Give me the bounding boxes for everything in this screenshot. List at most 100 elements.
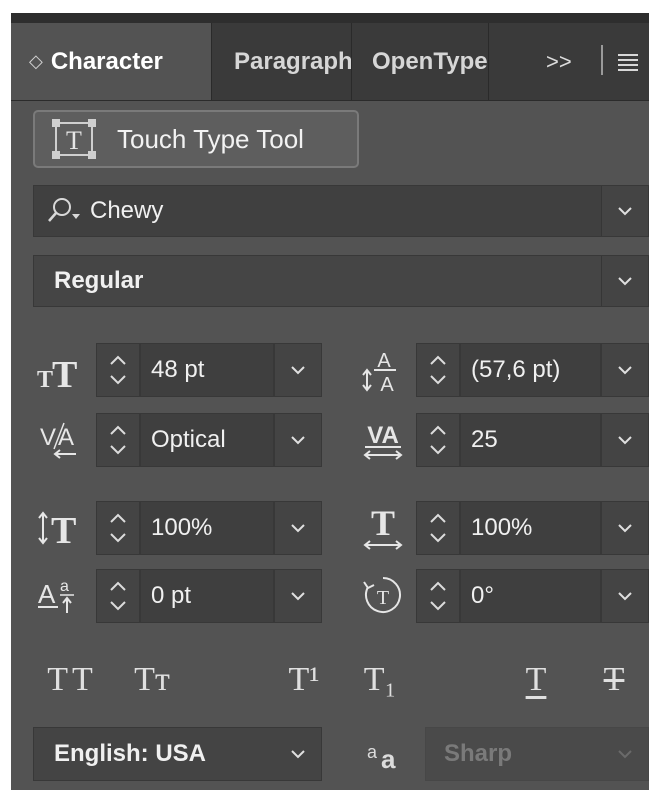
vertical-scale-stepper[interactable] [96, 501, 140, 555]
baseline-shift-input[interactable]: 0 pt [140, 569, 274, 623]
tracking-value: 25 [471, 426, 498, 453]
tracking-input[interactable]: 25 [460, 413, 601, 467]
rotation-dropdown[interactable] [601, 569, 649, 623]
chevron-down-icon [291, 750, 305, 759]
kerning-input[interactable]: Optical [140, 413, 274, 467]
subscript-button[interactable]: T₁ [345, 655, 415, 705]
strikethrough-button[interactable]: T [579, 655, 649, 705]
font-size-stepper[interactable] [96, 343, 140, 397]
tracking-dropdown[interactable] [601, 413, 649, 467]
svg-text:a: a [367, 742, 378, 762]
chevron-down-icon [618, 750, 632, 759]
language-value: English: USA [54, 740, 207, 767]
stepper-arrows-icon [430, 513, 446, 543]
tab-character[interactable]: ◇ Character [11, 23, 211, 100]
superscript-button[interactable]: T¹ [269, 655, 339, 705]
svg-text:T: T [37, 367, 53, 391]
panel-menu-button[interactable] [611, 23, 645, 100]
svg-text:A: A [380, 374, 394, 395]
tab-overflow-button[interactable]: >> [546, 23, 596, 100]
kerning-icon: V A [29, 413, 93, 467]
chevron-down-icon [291, 436, 305, 445]
rotation-input[interactable]: 0° [460, 569, 601, 623]
stepper-arrows-icon [430, 581, 446, 611]
svg-text:V: V [40, 424, 56, 451]
font-style-dropdown[interactable] [601, 256, 648, 306]
anti-aliasing-dropdown[interactable] [602, 728, 648, 780]
kerning-dropdown[interactable] [274, 413, 322, 467]
kerning-stepper[interactable] [96, 413, 140, 467]
touch-type-tool-button[interactable]: T Touch Type Tool [33, 110, 359, 168]
vertical-scale-dropdown[interactable] [274, 501, 322, 555]
chevron-down-icon [291, 592, 305, 601]
stepper-arrows-icon [430, 425, 446, 455]
all-caps-button[interactable]: TT [37, 655, 107, 705]
tab-overflow-label: >> [546, 48, 572, 74]
chevron-down-icon [618, 436, 632, 445]
chevron-down-icon [618, 524, 632, 533]
svg-text:VA: VA [367, 422, 399, 449]
font-size-icon: TT [29, 346, 93, 396]
chevron-down-icon [618, 366, 632, 375]
small-caps-button[interactable]: Tт [117, 655, 187, 705]
svg-text:T: T [377, 587, 389, 609]
chevron-down-icon [618, 592, 632, 601]
panel-top-strip [11, 13, 649, 23]
anti-aliasing-icon: a a [354, 731, 414, 779]
vertical-scale-icon: T [29, 501, 93, 555]
font-family-dropdown[interactable] [601, 186, 648, 236]
language-dropdown[interactable] [275, 728, 321, 780]
baseline-shift-stepper[interactable] [96, 569, 140, 623]
stepper-arrows-icon [110, 513, 126, 543]
svg-text:A: A [58, 424, 74, 451]
small-caps-icon: Tт [134, 661, 170, 698]
horizontal-scale-dropdown[interactable] [601, 501, 649, 555]
tab-opentype-label: OpenType [372, 47, 488, 75]
leading-stepper[interactable] [416, 343, 460, 397]
anti-aliasing-select[interactable]: Sharp [425, 727, 649, 781]
language-select[interactable]: English: USA [33, 727, 322, 781]
baseline-shift-dropdown[interactable] [274, 569, 322, 623]
tab-paragraph[interactable]: Paragraph [212, 23, 351, 100]
anti-aliasing-value: Sharp [444, 740, 513, 767]
font-style-value: Regular [54, 267, 144, 294]
baseline-shift-icon: A a [29, 569, 93, 623]
chevron-down-icon [291, 524, 305, 533]
touch-type-label: Touch Type Tool [117, 123, 304, 154]
svg-text:T: T [52, 354, 77, 391]
vertical-scale-input[interactable]: 100% [140, 501, 274, 555]
search-icon [48, 198, 80, 222]
underline-button[interactable]: T [501, 655, 571, 705]
baseline-shift-value: 0 pt [151, 582, 192, 609]
tab-separator [488, 23, 489, 100]
svg-text:A: A [377, 350, 391, 372]
character-panel: ◇ Character Paragraph OpenType >> T Touc… [11, 13, 649, 790]
horizontal-scale-input[interactable]: 100% [460, 501, 601, 555]
subscript-icon: T₁ [363, 661, 397, 698]
superscript-icon: T¹ [288, 661, 320, 698]
chevron-down-icon [291, 366, 305, 375]
tab-paragraph-label: Paragraph [234, 47, 351, 75]
horizontal-scale-stepper[interactable] [416, 501, 460, 555]
leading-dropdown[interactable] [601, 343, 649, 397]
font-size-input[interactable]: 48 pt [140, 343, 274, 397]
svg-text:T: T [66, 126, 82, 155]
strikethrough-icon: T [603, 661, 625, 698]
tab-opentype[interactable]: OpenType [352, 23, 488, 100]
svg-text:A: A [38, 579, 56, 609]
touch-type-icon: T [52, 119, 96, 159]
rotation-stepper[interactable] [416, 569, 460, 623]
font-size-dropdown[interactable] [274, 343, 322, 397]
horizontal-scale-value: 100% [471, 514, 533, 541]
underline-icon: T [525, 661, 547, 698]
tracking-stepper[interactable] [416, 413, 460, 467]
font-family-field[interactable]: Chewy [33, 185, 649, 237]
svg-text:a: a [60, 578, 69, 595]
hamburger-menu-icon [618, 53, 638, 71]
kerning-value: Optical [151, 426, 226, 453]
chevron-down-icon [618, 277, 632, 286]
leading-input[interactable]: (57,6 pt) [460, 343, 601, 397]
font-style-field[interactable]: Regular [33, 255, 649, 307]
menu-divider [601, 45, 603, 75]
collapse-arrows-icon[interactable]: ◇ [29, 51, 43, 72]
